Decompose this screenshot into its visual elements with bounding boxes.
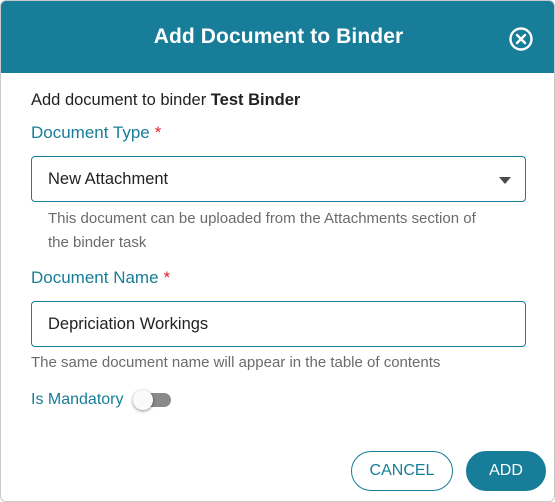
document-type-label-text: Document Type bbox=[31, 123, 150, 142]
required-marker: * bbox=[154, 123, 162, 142]
dialog-header: Add Document to Binder bbox=[1, 1, 554, 73]
document-type-value: New Attachment bbox=[48, 170, 169, 188]
add-button[interactable]: ADD bbox=[466, 451, 546, 491]
intro-text: Add document to binder Test Binder bbox=[31, 91, 300, 110]
mandatory-toggle[interactable] bbox=[133, 390, 171, 410]
add-document-dialog: Add Document to Binder Add document to b… bbox=[0, 0, 555, 502]
document-name-label: Document Name * bbox=[31, 268, 170, 288]
document-name-label-text: Document Name bbox=[31, 268, 159, 287]
document-type-hint: This document can be uploaded from the A… bbox=[48, 210, 476, 251]
document-type-label: Document Type * bbox=[31, 123, 161, 143]
document-name-input[interactable]: Depriciation Workings bbox=[31, 301, 526, 347]
document-name-hint: The same document name will appear in th… bbox=[31, 354, 441, 371]
mandatory-label: Is Mandatory bbox=[31, 391, 124, 408]
document-type-select[interactable]: New Attachment bbox=[31, 156, 526, 202]
required-marker: * bbox=[163, 268, 171, 287]
chevron-down-icon bbox=[499, 177, 511, 184]
close-icon bbox=[509, 27, 533, 51]
close-button[interactable] bbox=[508, 26, 534, 52]
toggle-knob bbox=[133, 390, 153, 410]
intro-prefix: Add document to binder bbox=[31, 91, 211, 109]
binder-name: Test Binder bbox=[210, 91, 301, 109]
dialog-title: Add Document to Binder bbox=[153, 25, 404, 48]
document-name-value: Depriciation Workings bbox=[48, 315, 209, 333]
cancel-button[interactable]: CANCEL bbox=[351, 451, 453, 491]
